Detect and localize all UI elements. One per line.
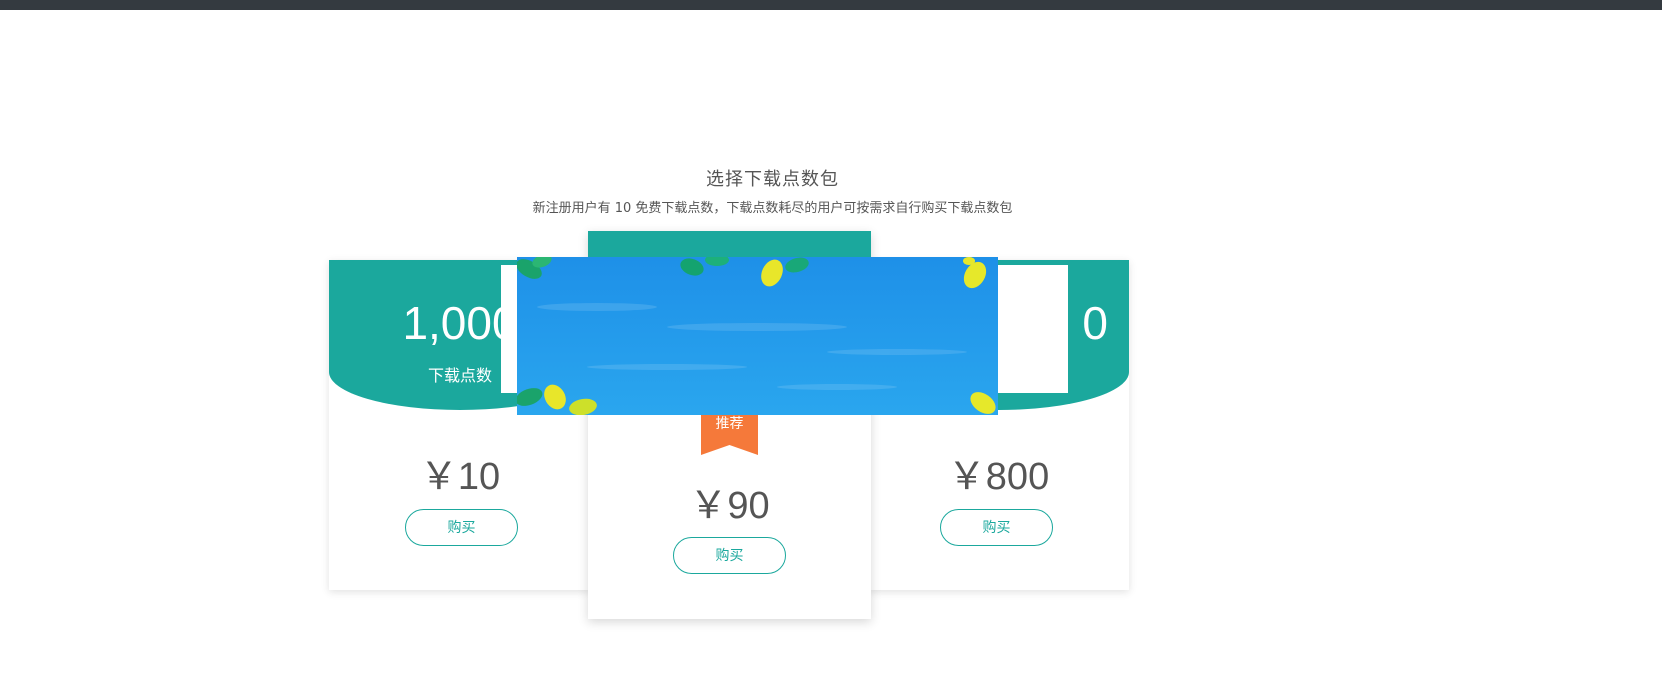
buy-button-1[interactable]: 购买 — [405, 509, 518, 546]
page-title: 选择下载点数包 — [706, 169, 839, 190]
leaves-banner-image — [517, 257, 998, 415]
package-price: ￥90 — [689, 485, 770, 527]
popup-right-panel — [994, 265, 1068, 393]
page-subtitle: 新注册用户有 10 免费下载点数，下载点数耗尽的用户可按需求自行购买下载点数包 — [532, 201, 1013, 216]
package-price: ￥800 — [947, 456, 1050, 498]
section-heading: 选择下载点数包 新注册用户有 10 免费下载点数，下载点数耗尽的用户可按需求自行… — [0, 165, 1545, 216]
buy-button-3[interactable]: 购买 — [940, 509, 1053, 546]
browser-top-bar — [0, 0, 1662, 10]
buy-button-2[interactable]: 购买 — [673, 537, 786, 574]
package-price: ￥10 — [419, 456, 501, 498]
